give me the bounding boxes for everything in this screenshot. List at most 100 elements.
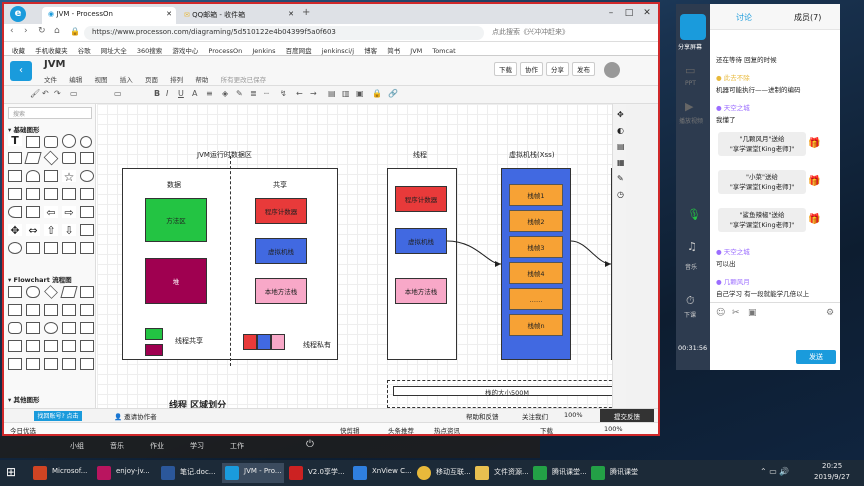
shape-item[interactable] <box>26 340 40 352</box>
feedback-button[interactable]: 提交反馈 <box>600 409 654 423</box>
diagram-canvas[interactable]: JVM运行时数据区 数据 共享 方法区 堆 程序计数器 虚拟机栈 本地方法栈 线… <box>97 104 612 408</box>
download-bar-item[interactable]: 今日优选 <box>10 425 36 434</box>
emoji-icon[interactable]: ☺ <box>716 308 725 318</box>
rounded-rect-shape[interactable] <box>44 136 58 148</box>
shape-item[interactable] <box>80 304 94 316</box>
start-icon[interactable]: ⊞ <box>6 465 20 479</box>
tab-jvm[interactable]: ◉ JVM - ProcessOn ✕ <box>42 7 176 24</box>
group-icon[interactable]: ▣ <box>356 89 364 101</box>
tab-close-icon[interactable]: ✕ <box>288 10 294 18</box>
shape-item[interactable] <box>80 188 94 200</box>
settings-icon[interactable]: ⚙ <box>826 308 834 318</box>
reload-icon[interactable]: ↻ <box>38 26 46 36</box>
decision-shape[interactable] <box>44 285 58 299</box>
shape-item[interactable] <box>80 358 94 370</box>
cross-arrow-shape[interactable]: ✥ <box>8 224 22 237</box>
clock-time[interactable]: 20:25 <box>822 462 842 470</box>
arrange-icon[interactable]: ▤ <box>328 89 336 101</box>
data-icon[interactable]: ▦ <box>617 158 625 167</box>
overlay-item[interactable]: 作业 <box>150 441 164 451</box>
invite-collaborator[interactable]: 👤 邀请协作者 <box>114 411 157 421</box>
section-basic-shapes[interactable]: ▾ 基础图形 <box>8 124 40 134</box>
shape-item[interactable] <box>26 206 40 218</box>
page-icon[interactable]: ▤ <box>617 142 625 151</box>
shape-item[interactable] <box>8 206 22 218</box>
down-arrow-shape[interactable]: ⇩ <box>62 224 76 237</box>
download-bar-item[interactable]: 100% <box>604 425 623 433</box>
new-tab-button[interactable]: + <box>302 7 310 18</box>
arrow-start-icon[interactable]: ← <box>296 89 303 101</box>
font-size-select[interactable]: ▭ <box>114 89 122 101</box>
terminator-shape[interactable] <box>26 286 40 298</box>
music-icon[interactable]: ♫ <box>687 240 697 253</box>
bold-icon[interactable]: B <box>154 89 160 101</box>
power-icon[interactable]: ⏻ <box>306 439 314 450</box>
shape-item[interactable] <box>44 242 58 254</box>
document-title[interactable]: JVM <box>44 59 65 70</box>
font-family-select[interactable]: ▭ <box>70 89 78 101</box>
navigate-icon[interactable]: ✥ <box>617 110 624 119</box>
shape-item[interactable] <box>62 304 76 316</box>
pentagon-shape[interactable] <box>62 152 76 164</box>
up-arrow-shape[interactable]: ⇧ <box>44 224 58 237</box>
overlay-item[interactable]: 学习 <box>190 441 204 451</box>
menu-file[interactable]: 文件 <box>44 74 57 84</box>
taskbar-item[interactable]: 腾讯课堂 <box>588 463 644 483</box>
chat-input[interactable] <box>714 322 836 346</box>
font-color-icon[interactable]: A <box>192 89 197 101</box>
shape-item[interactable] <box>44 188 58 200</box>
share-button[interactable]: 分享 <box>546 62 569 76</box>
zoom-level[interactable]: 100% <box>564 411 583 419</box>
tab-close-icon[interactable]: ✕ <box>166 10 172 18</box>
bookmark-item[interactable]: Tomcat <box>432 47 455 55</box>
align-shapes-icon[interactable]: ▥ <box>342 89 350 101</box>
align-icon[interactable]: ≡ <box>206 89 213 101</box>
download-button[interactable]: 下载 <box>494 62 517 76</box>
line-color-icon[interactable]: ✎ <box>236 89 243 101</box>
line-width-icon[interactable]: ≣ <box>250 89 257 101</box>
shape-item[interactable] <box>44 340 58 352</box>
history-icon[interactable]: ◷ <box>617 190 624 199</box>
taskbar-item[interactable]: XnView C... <box>350 463 412 483</box>
connector-icon[interactable]: ↯ <box>280 89 287 101</box>
minimize-icon[interactable]: – <box>604 6 618 20</box>
taskbar-item[interactable]: Microsof... <box>30 463 92 483</box>
undo-icon[interactable]: ↶ <box>42 89 49 101</box>
format-paint-icon[interactable]: 🖌 <box>30 89 40 101</box>
microphone-icon[interactable]: 🎙 <box>687 208 701 221</box>
collaborate-button[interactable]: 协作 <box>520 62 543 76</box>
taskbar-item[interactable]: 移动互联... <box>414 463 470 483</box>
italic-icon[interactable]: I <box>166 89 168 101</box>
download-bar-item[interactable]: 下载 <box>540 425 553 434</box>
scissors-icon[interactable]: ✂ <box>732 308 740 318</box>
link-icon[interactable]: 🔗 <box>388 89 398 101</box>
shape-item[interactable] <box>44 358 58 370</box>
shape-item[interactable] <box>62 358 76 370</box>
download-bar-item[interactable]: 热点资讯 <box>434 425 460 434</box>
stack-size-label[interactable]: 栈的大小500M <box>393 386 612 397</box>
tab-discussion[interactable]: 讨论 <box>736 12 752 23</box>
star-shape[interactable]: ☆ <box>62 170 76 184</box>
bookmark-item[interactable]: ProcessOn <box>208 47 242 55</box>
forward-icon[interactable]: › <box>24 26 28 36</box>
download-bar-item[interactable]: 快剪辑 <box>340 425 360 434</box>
process-shape[interactable] <box>8 286 22 298</box>
menu-insert[interactable]: 插入 <box>120 74 133 84</box>
bookmark-item[interactable]: jenkinsci/j <box>322 47 354 55</box>
shape-item[interactable] <box>8 304 22 316</box>
shape-item[interactable] <box>80 206 94 218</box>
data-shape[interactable] <box>60 286 78 298</box>
underline-icon[interactable]: U <box>178 89 184 101</box>
section-other-shapes[interactable]: ▾ 其他图形 <box>8 394 40 404</box>
menu-view[interactable]: 视图 <box>94 74 107 84</box>
bookmark-item[interactable]: JVM <box>410 47 422 55</box>
download-bar-item[interactable]: 头条推荐 <box>388 425 414 434</box>
url-field[interactable]: https://www.processon.com/diagraming/5d5… <box>84 26 484 40</box>
avatar[interactable] <box>604 62 620 78</box>
bookmark-item[interactable]: 收藏 <box>12 45 25 55</box>
close-window-icon[interactable]: ✕ <box>640 6 654 20</box>
shape-item[interactable] <box>26 358 40 370</box>
shape-item[interactable] <box>8 152 22 164</box>
section-flowchart[interactable]: ▾ Flowchart 流程图 <box>8 274 72 284</box>
ellipse-shape[interactable] <box>80 136 92 148</box>
